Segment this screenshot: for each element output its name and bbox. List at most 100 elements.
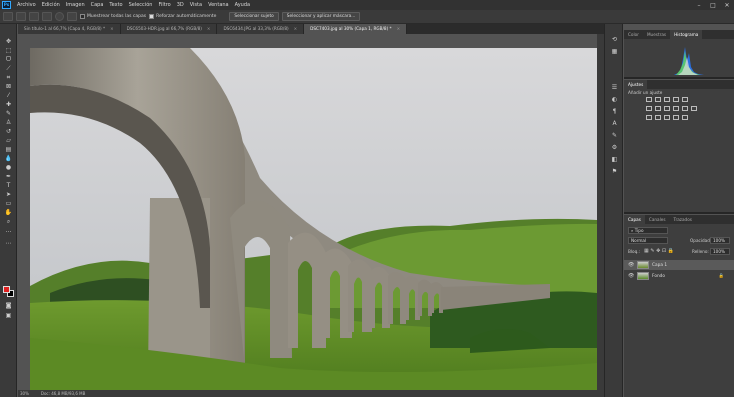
layer-row[interactable]: 👁 Capa 1 [624,260,734,270]
sample-all-layers-checkbox[interactable] [80,14,85,19]
brushes-panel-icon[interactable]: ✎ [610,132,619,140]
menu-archivo[interactable]: Archivo [14,2,39,8]
tab-adjustments[interactable]: Ajustes [624,80,648,89]
menu-ayuda[interactable]: Ayuda [232,2,253,8]
levels-icon[interactable] [655,97,661,102]
menu-seleccion[interactable]: Selección [126,2,156,8]
select-subject-button[interactable]: Seleccionar sujeto [229,12,279,21]
layer-kind-filter[interactable]: ⌕ Tipo [628,227,668,234]
angle-icon[interactable] [67,12,77,21]
visibility-eye-icon[interactable]: 👁 [628,273,634,279]
properties-panel-icon[interactable]: ▦ [610,48,619,56]
tab-close-icon[interactable]: × [397,24,401,34]
zoom-level[interactable]: 30% [20,390,29,397]
character-panel-icon[interactable]: A [610,120,619,128]
fill-input[interactable]: 100% [710,248,730,255]
eraser-tool-icon[interactable]: ▱ [4,137,13,144]
glyphs-panel-icon[interactable]: ⚑ [610,168,619,176]
edit-toolbar-icon[interactable]: ⋯ [4,240,13,247]
paragraph-panel-icon[interactable]: ¶ [610,108,619,116]
lock-icons[interactable]: ▦ ✎ ✥ ⊡ 🔒 [644,248,674,254]
lasso-tool-icon[interactable]: ᗜ [4,56,13,63]
opacity-input[interactable]: 100% [710,237,730,244]
tab-close-icon[interactable]: × [294,24,298,34]
channel-mixer-icon[interactable] [682,106,688,111]
tab-document-3[interactable]: DSC6434.JPG al 33,3% (RGB/8) × [217,24,305,34]
clone-stamp-tool-icon[interactable]: ♙ [4,119,13,126]
menu-ventana[interactable]: Ventana [205,2,232,8]
tab-channels[interactable]: Canales [645,215,670,224]
maximize-icon[interactable]: □ [708,2,718,9]
brush-settings-icon[interactable]: ⚙ [610,144,619,152]
tab-histogram[interactable]: Histograma [670,30,703,39]
zoom-tool-icon[interactable]: ⌕ [4,218,13,225]
tab-document-1[interactable]: Sin título-1 al 66,7% (Capa 4, RGB/8) * × [18,24,121,34]
brightness-contrast-icon[interactable] [646,97,652,102]
hue-saturation-icon[interactable] [646,106,652,111]
tab-layers[interactable]: Capas [624,215,645,224]
hand-tool-icon[interactable]: ✋ [4,209,13,216]
foreground-color-swatch[interactable] [3,286,10,293]
tab-color[interactable]: Color [624,30,643,39]
type-tool-icon[interactable]: T [4,182,13,189]
subtract-selection-icon[interactable] [42,12,52,21]
tab-document-2[interactable]: DSC6503-HDR.jpg al 66,7% (RGB/8) × [120,24,218,34]
tab-paths[interactable]: Trazados [670,215,696,224]
quick-selection-preset-icon[interactable] [3,12,13,21]
libraries-panel-icon[interactable]: ☰ [610,84,619,92]
document-canvas[interactable] [30,48,597,390]
color-balance-icon[interactable] [655,106,661,111]
vibrance-icon[interactable] [682,97,688,102]
vertical-scrollbar[interactable] [597,34,604,390]
styles-panel-icon[interactable]: ◧ [610,156,619,164]
blur-tool-icon[interactable]: 💧 [4,155,13,162]
threshold-icon[interactable] [664,115,670,120]
layer-row[interactable]: 👁 Fondo 🔒 [624,271,734,281]
select-and-mask-button[interactable]: Seleccionar y aplicar máscara... [281,12,361,21]
eyedropper-tool-icon[interactable]: ⁄ [4,92,13,99]
exposure-icon[interactable] [673,97,679,102]
quick-mask-icon[interactable]: ◙ [4,302,13,309]
dodge-tool-icon[interactable]: ● [4,164,13,171]
selective-color-icon[interactable] [682,115,688,120]
posterize-icon[interactable] [655,115,661,120]
close-icon[interactable]: ✕ [722,2,732,9]
black-white-icon[interactable] [664,106,670,111]
screen-mode-icon[interactable]: ▣ [4,312,13,319]
color-lookup-icon[interactable] [691,106,697,111]
tab-document-4[interactable]: DSC7403.jpg al 30% (Capa 1, RGB/8) * × [304,24,408,34]
gradient-tool-icon[interactable]: ▤ [4,146,13,153]
path-selection-tool-icon[interactable]: ➤ [4,191,13,198]
adjustments-panel-icon[interactable]: ◐ [610,96,619,104]
add-to-selection-icon[interactable] [29,12,39,21]
brush-tool-icon[interactable]: ✎ [4,110,13,117]
tab-close-icon[interactable]: × [207,24,211,34]
auto-enhance-checkbox[interactable] [149,14,155,19]
menu-filtro[interactable]: Filtro [155,2,173,8]
menu-imagen[interactable]: Imagen [63,2,88,8]
invert-icon[interactable] [646,115,652,120]
rectangle-tool-icon[interactable]: ▭ [4,200,13,207]
gradient-map-icon[interactable] [673,115,679,120]
canvas-area[interactable] [18,34,604,390]
quick-selection-tool-icon[interactable]: ⟋ [4,65,13,72]
menu-edicion[interactable]: Edición [39,2,63,8]
brush-size-icon[interactable] [55,12,64,21]
menu-capa[interactable]: Capa [88,2,107,8]
photo-filter-icon[interactable] [673,106,679,111]
pen-tool-icon[interactable]: ✒ [4,173,13,180]
minimize-icon[interactable]: – [694,2,704,9]
menu-3d[interactable]: 3D [174,2,187,8]
crop-tool-icon[interactable]: ⌗ [4,74,13,81]
history-brush-tool-icon[interactable]: ↺ [4,128,13,135]
visibility-eye-icon[interactable]: 👁 [628,262,634,268]
menu-vista[interactable]: Vista [187,2,205,8]
menu-texto[interactable]: Texto [106,2,125,8]
auto-enhance-option[interactable]: Reforzar automáticamente [149,14,216,19]
healing-brush-tool-icon[interactable]: ✚ [4,101,13,108]
sample-all-layers-option[interactable]: Muestrear todas las capas [80,14,146,19]
curves-icon[interactable] [664,97,670,102]
blend-mode-select[interactable]: Normal [628,237,668,244]
move-tool-icon[interactable]: ✥ [4,38,13,45]
new-selection-icon[interactable] [16,12,26,21]
